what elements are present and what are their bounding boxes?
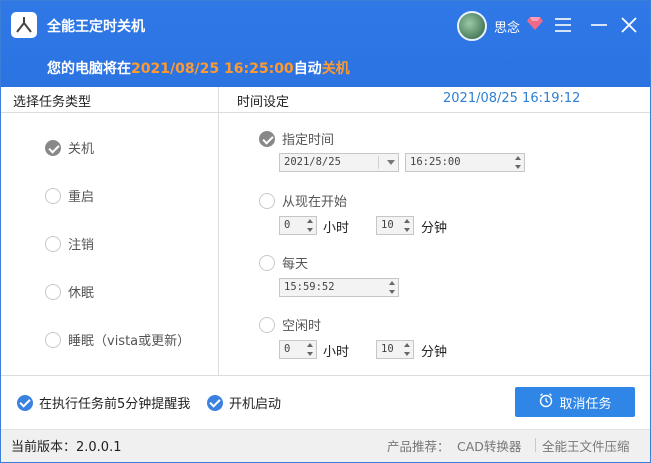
- diamond-icon[interactable]: [527, 16, 543, 34]
- avatar[interactable]: [457, 11, 487, 41]
- hours-unit: 小时: [323, 345, 350, 360]
- task-option-sleep[interactable]: 睡眠（vista或更新）: [45, 330, 190, 349]
- option-label: 指定时间: [282, 133, 335, 148]
- horizontal-divider: [1, 375, 650, 376]
- spinner-arrows-icon[interactable]: [306, 342, 315, 357]
- recommend-label: 产品推荐：: [387, 439, 450, 454]
- spinner-arrows-icon[interactable]: [388, 280, 397, 295]
- radio-checked-icon[interactable]: [45, 139, 61, 156]
- option-label: 从现在开始: [282, 195, 348, 210]
- app-logo-icon: [11, 12, 37, 38]
- radio-icon[interactable]: [45, 235, 61, 252]
- hours-value: 0: [284, 343, 291, 355]
- file-compress-link[interactable]: 全能王文件压缩: [542, 436, 630, 455]
- status-time: 2021/08/25 16:25:00: [131, 61, 294, 77]
- task-option-shutdown[interactable]: 关机: [45, 138, 94, 157]
- app-window: 全能王定时关机 思念 您的电脑将在2021/08/25 16:25:00自动关机…: [0, 0, 651, 463]
- time-value: 16:25:00: [410, 156, 461, 168]
- cad-converter-link[interactable]: CAD转换器: [457, 436, 521, 455]
- remind-label: 在执行任务前5分钟提醒我: [39, 397, 191, 412]
- option-label: 每天: [282, 257, 309, 272]
- app-title: 全能王定时关机: [47, 19, 145, 35]
- close-icon[interactable]: [615, 11, 643, 39]
- status-mid: 自动: [293, 61, 322, 77]
- radio-icon[interactable]: [259, 192, 275, 209]
- status-action: 关机: [321, 61, 350, 77]
- minutes-value: 10: [381, 343, 394, 355]
- version-text: 当前版本：2.0.0.1: [11, 440, 122, 455]
- radio-icon[interactable]: [45, 283, 61, 300]
- chevron-down-icon[interactable]: [387, 160, 395, 165]
- hours-unit: 小时: [323, 221, 350, 236]
- date-picker[interactable]: 2021/8/25: [279, 153, 399, 172]
- radio-icon[interactable]: [259, 316, 275, 333]
- checkmark-icon[interactable]: [17, 394, 33, 411]
- autostart-checkbox[interactable]: 开机启动: [207, 393, 281, 412]
- option-specified-time[interactable]: 指定时间: [259, 129, 334, 148]
- spinner-arrows-icon[interactable]: [306, 218, 315, 233]
- time-setting-heading: 时间设定: [237, 95, 290, 110]
- minutes-value: 10: [381, 219, 394, 231]
- task-option-restart[interactable]: 重启: [45, 186, 94, 205]
- remind-before-checkbox[interactable]: 在执行任务前5分钟提醒我: [17, 393, 190, 412]
- date-value: 2021/8/25: [284, 156, 341, 168]
- footer-bar: 当前版本：2.0.0.1 产品推荐： CAD转换器 全能王文件压缩: [1, 429, 650, 462]
- task-option-hibernate[interactable]: 休眠: [45, 282, 94, 301]
- hours-value: 0: [284, 219, 291, 231]
- task-label: 关机: [68, 142, 95, 157]
- radio-checked-icon[interactable]: [259, 130, 275, 147]
- alarm-clock-icon: [538, 392, 554, 412]
- current-time-display: 2021/08/25 16:19:12: [443, 91, 581, 106]
- hours-stepper-idle[interactable]: 0: [279, 340, 317, 359]
- radio-icon[interactable]: [259, 254, 275, 271]
- option-daily[interactable]: 每天: [259, 253, 308, 272]
- dropdown-separator: [378, 156, 379, 169]
- hamburger-menu-icon[interactable]: [549, 11, 577, 39]
- radio-icon[interactable]: [45, 331, 61, 348]
- task-label: 注销: [68, 238, 95, 253]
- shutdown-status-line: 您的电脑将在2021/08/25 16:25:00自动关机: [47, 58, 350, 78]
- hours-stepper-from-now[interactable]: 0: [279, 216, 317, 235]
- spinner-arrows-icon[interactable]: [403, 342, 412, 357]
- checkmark-icon[interactable]: [207, 394, 223, 411]
- time-input-specified[interactable]: 16:25:00: [405, 153, 525, 172]
- minutes-unit: 分钟: [421, 345, 448, 360]
- cancel-task-button[interactable]: 取消任务: [515, 387, 635, 417]
- task-label: 重启: [68, 190, 95, 205]
- footer-separator: [535, 438, 536, 452]
- status-prefix: 您的电脑将在: [47, 61, 131, 77]
- minutes-stepper-idle[interactable]: 10: [376, 340, 414, 359]
- option-idle[interactable]: 空闲时: [259, 315, 321, 334]
- spinner-arrows-icon[interactable]: [403, 218, 412, 233]
- minutes-stepper-from-now[interactable]: 10: [376, 216, 414, 235]
- radio-icon[interactable]: [45, 187, 61, 204]
- cancel-task-label: 取消任务: [559, 396, 612, 412]
- option-from-now[interactable]: 从现在开始: [259, 191, 347, 210]
- time-input-daily[interactable]: 15:59:52: [279, 278, 399, 297]
- option-label: 空闲时: [282, 319, 322, 334]
- minimize-icon[interactable]: [585, 11, 613, 39]
- task-option-logout[interactable]: 注销: [45, 234, 94, 253]
- autostart-label: 开机启动: [229, 397, 282, 412]
- task-label: 休眠: [68, 286, 95, 301]
- time-value: 15:59:52: [284, 281, 335, 293]
- title-bar: 全能王定时关机 思念 您的电脑将在2021/08/25 16:25:00自动关机: [1, 1, 650, 87]
- task-label: 睡眠（vista或更新）: [68, 334, 191, 349]
- vertical-divider: [218, 87, 219, 375]
- minutes-unit: 分钟: [421, 221, 448, 236]
- task-type-heading: 选择任务类型: [13, 95, 92, 110]
- username[interactable]: 思念: [494, 17, 520, 36]
- spinner-arrows-icon[interactable]: [514, 155, 523, 170]
- section-header-row: 选择任务类型 时间设定 2021/08/25 16:19:12: [1, 87, 650, 113]
